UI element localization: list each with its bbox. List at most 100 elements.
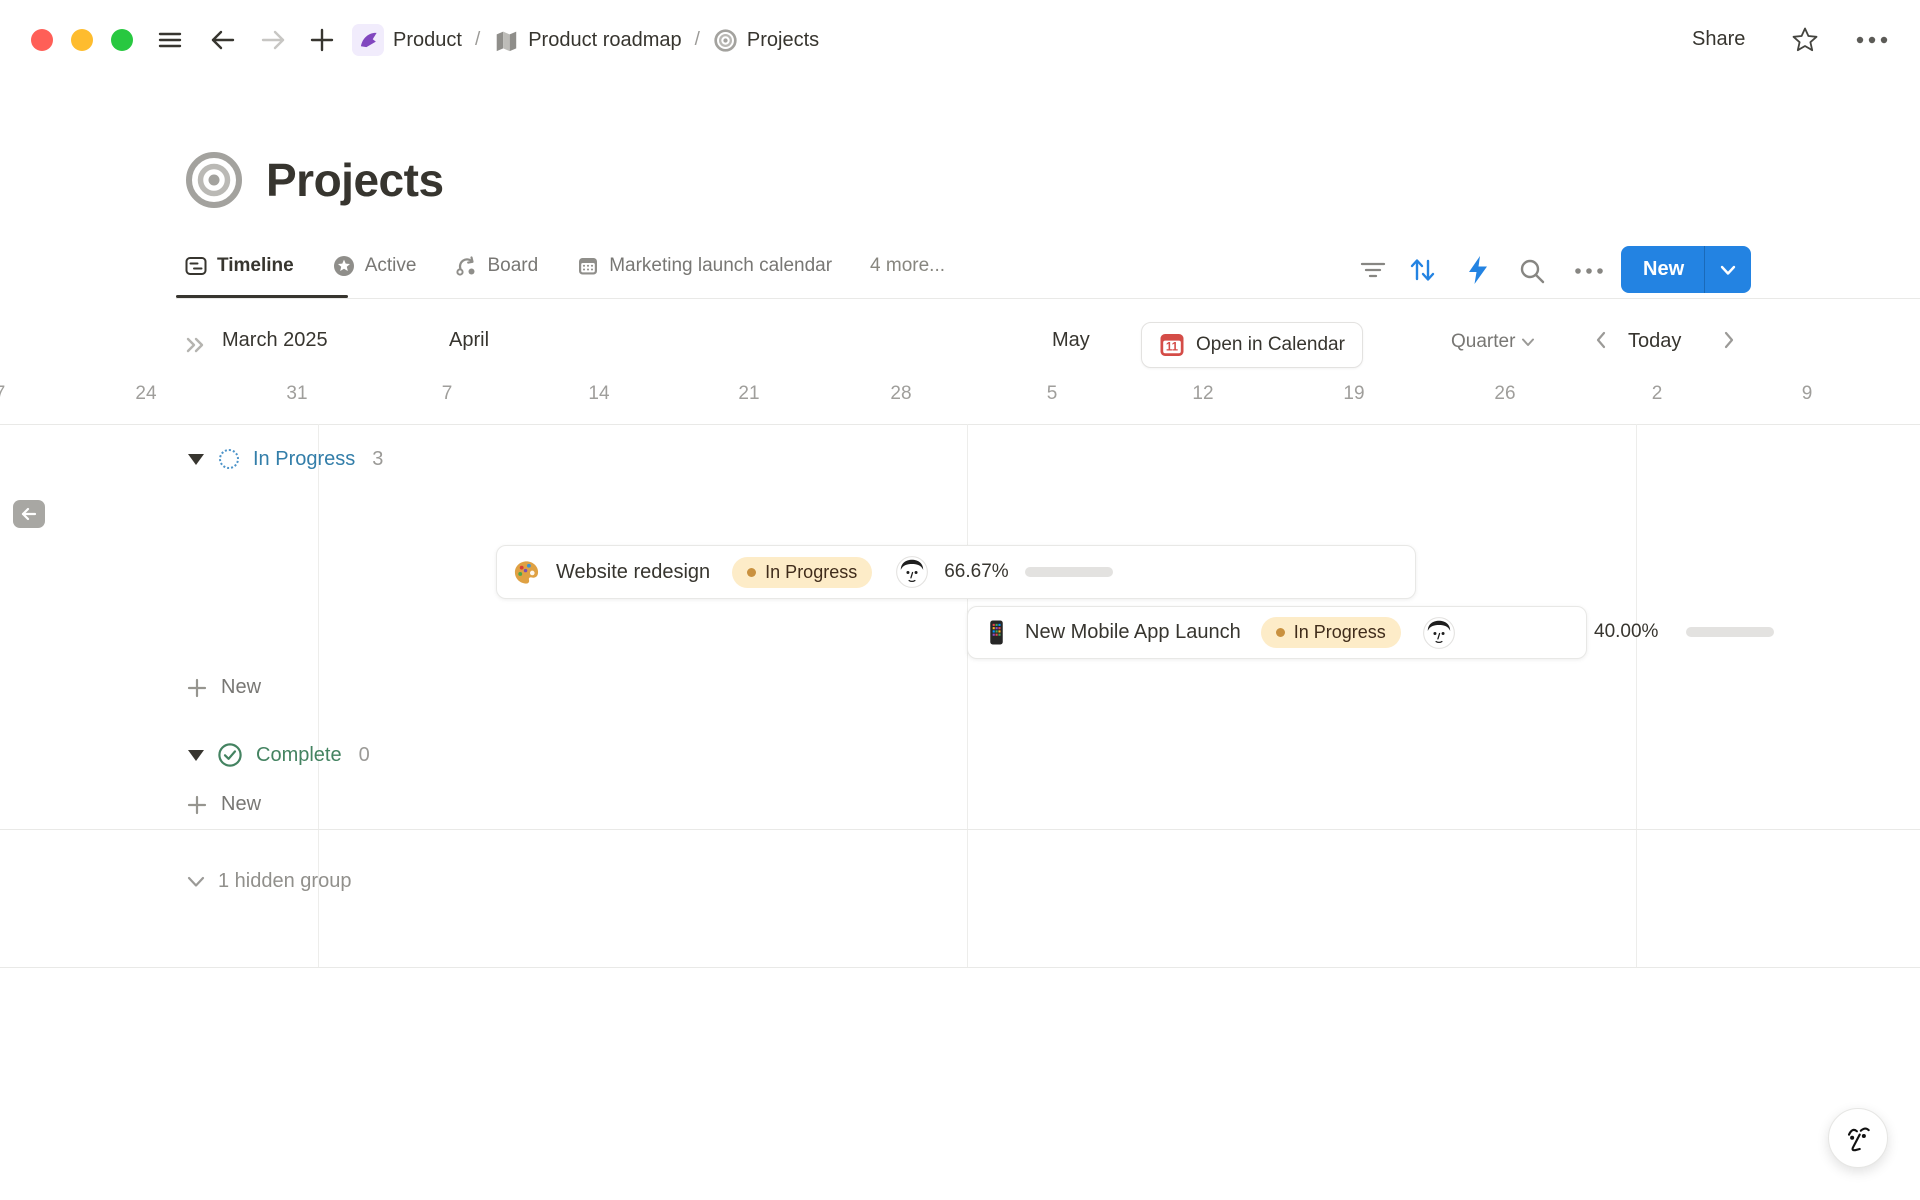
add-new-item-button[interactable]: New xyxy=(186,793,261,816)
tab-more[interactable]: 4 more... xyxy=(870,255,945,277)
status-badge: In Progress xyxy=(1261,617,1401,648)
starred-view-icon xyxy=(332,254,356,278)
filter-icon xyxy=(1358,257,1388,283)
group-header-in-progress: In Progress 3 xyxy=(188,441,383,477)
tab-timeline[interactable]: Timeline xyxy=(184,254,294,278)
month-label-march: March 2025 xyxy=(222,329,328,352)
tab-board[interactable]: Board xyxy=(454,254,538,278)
group-collapse-toggle[interactable] xyxy=(188,750,204,761)
timeline-zoom-value: Quarter xyxy=(1451,331,1515,353)
notion-ai-button[interactable] xyxy=(1828,1108,1888,1168)
date-tick: 28 xyxy=(890,383,911,405)
sidebar-menu-button[interactable] xyxy=(156,26,184,54)
progress-bar xyxy=(1025,567,1113,577)
add-new-label: New xyxy=(221,793,261,816)
favorite-button[interactable] xyxy=(1790,25,1820,55)
month-label-may: May xyxy=(1052,329,1090,352)
view-options-button[interactable] xyxy=(1572,261,1606,281)
date-tick: 14 xyxy=(588,383,609,405)
ellipsis-icon xyxy=(1572,261,1606,281)
breadcrumb-item-projects[interactable]: Projects xyxy=(747,29,819,52)
tab-label: Marketing launch calendar xyxy=(609,255,832,277)
zoom-window-button[interactable] xyxy=(111,29,133,51)
page-header: Projects xyxy=(184,150,444,210)
hidden-group-label: 1 hidden group xyxy=(218,870,351,893)
sort-button[interactable] xyxy=(1406,255,1438,285)
minimize-window-button[interactable] xyxy=(71,29,93,51)
more-tabs-label: 4 more... xyxy=(870,255,945,277)
timeline-bar-new-mobile-app-launch[interactable]: New Mobile App Launch In Progress xyxy=(967,606,1587,659)
date-tick: 31 xyxy=(286,383,307,405)
tab-marketing-launch-calendar[interactable]: Marketing launch calendar xyxy=(576,254,832,278)
more-options-button[interactable] xyxy=(1852,28,1892,52)
page-title: Projects xyxy=(266,153,444,207)
month-gridline xyxy=(967,424,968,967)
group-name[interactable]: Complete xyxy=(256,744,342,767)
timeline-bar-website-redesign[interactable]: Website redesign In Progress 66.67% xyxy=(496,545,1416,599)
open-in-calendar-label: Open in Calendar xyxy=(1196,334,1345,356)
progress-bar xyxy=(1686,627,1774,637)
view-tabs: Timeline Active Board Marketing launch c… xyxy=(184,254,945,278)
progress-percent: 40.00% xyxy=(1594,621,1658,643)
hamburger-icon xyxy=(156,26,184,54)
left-arrow-icon xyxy=(20,506,38,522)
breadcrumb-item-roadmap[interactable]: Product roadmap xyxy=(528,29,681,52)
window-controls xyxy=(31,29,133,51)
timeline-next-button[interactable] xyxy=(1722,330,1736,350)
chevron-left-icon xyxy=(1594,330,1608,350)
ellipsis-icon xyxy=(1852,28,1892,52)
filter-button[interactable] xyxy=(1358,257,1388,283)
breadcrumb-workspace-chip[interactable] xyxy=(352,24,384,56)
scroll-left-button[interactable] xyxy=(13,500,45,528)
date-tick: 7 xyxy=(0,383,5,405)
new-record-button[interactable]: New xyxy=(1621,246,1704,293)
timeline-prev-button[interactable] xyxy=(1594,330,1608,350)
assignee-avatar xyxy=(1423,617,1455,649)
timeline-view-icon xyxy=(184,254,208,278)
tab-label: Timeline xyxy=(217,255,294,277)
nav-forward-button[interactable] xyxy=(258,26,288,54)
product-logo-icon xyxy=(357,29,379,51)
status-dot xyxy=(747,568,756,577)
chevron-right-icon xyxy=(1722,330,1736,350)
group-name[interactable]: In Progress xyxy=(253,448,355,471)
nav-back-button[interactable] xyxy=(208,26,238,54)
share-button[interactable]: Share xyxy=(1692,28,1745,51)
plus-icon xyxy=(186,677,208,699)
mobile-phone-icon xyxy=(984,619,1009,646)
tab-label: Board xyxy=(487,255,538,277)
svg-text:11: 11 xyxy=(1166,342,1179,354)
red-calendar-icon: 11 xyxy=(1159,332,1185,358)
automations-button[interactable] xyxy=(1464,254,1492,286)
search-view-button[interactable] xyxy=(1518,257,1546,285)
calendar-view-icon xyxy=(576,254,600,278)
close-window-button[interactable] xyxy=(31,29,53,51)
date-tick: 12 xyxy=(1192,383,1213,405)
date-tick: 2 xyxy=(1652,383,1663,405)
group-collapse-toggle[interactable] xyxy=(188,454,204,465)
collapse-timeline-button[interactable] xyxy=(184,335,208,355)
date-tick: 24 xyxy=(135,383,156,405)
breadcrumb-item-product[interactable]: Product xyxy=(393,29,462,52)
timeline-today-button[interactable]: Today xyxy=(1628,330,1681,353)
add-new-item-button[interactable]: New xyxy=(186,676,261,699)
open-in-calendar-button[interactable]: 11 Open in Calendar xyxy=(1141,322,1363,368)
date-tick: 5 xyxy=(1047,383,1058,405)
status-dot xyxy=(1276,628,1285,637)
timeline-zoom-select[interactable]: Quarter xyxy=(1451,331,1535,353)
assignee-avatar xyxy=(896,556,928,588)
breadcrumb-separator: / xyxy=(471,29,484,51)
date-tick: 26 xyxy=(1494,383,1515,405)
group-header-complete: Complete 0 xyxy=(188,737,370,773)
board-view-icon xyxy=(454,254,478,278)
new-tab-button[interactable] xyxy=(308,26,336,54)
new-record-dropdown-button[interactable] xyxy=(1705,246,1751,293)
tab-active[interactable]: Active xyxy=(332,254,417,278)
target-icon xyxy=(713,28,738,53)
date-tick: 19 xyxy=(1343,383,1364,405)
active-tab-underline xyxy=(176,295,348,298)
search-icon xyxy=(1518,257,1546,285)
breadcrumb: Product / Product roadmap / Projects xyxy=(352,24,819,56)
hidden-group-toggle[interactable]: 1 hidden group xyxy=(184,869,351,893)
notion-ai-face-icon xyxy=(1840,1120,1876,1156)
